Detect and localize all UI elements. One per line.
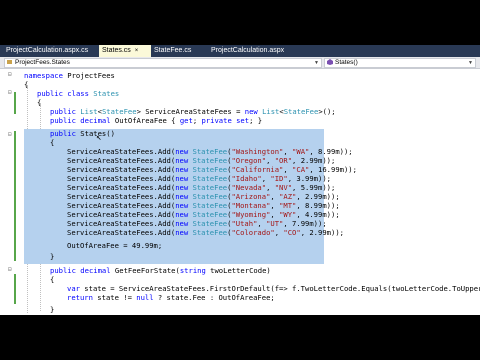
code-line: ServiceAreaStateFees.Add(new StateFee("C…: [67, 228, 344, 237]
code-editor[interactable]: ⊟ ⊟ ⊟ ⊟ namespace ProjectFees { public c…: [0, 69, 480, 315]
code-line: ServiceAreaStateFees.Add(new StateFee("W…: [67, 147, 353, 156]
code-line: {: [50, 275, 55, 284]
chevron-down-icon: ▼: [314, 60, 319, 66]
member-dropdown-value: States(): [335, 59, 358, 66]
tab-label: ProjectCalculation.aspx.cs: [6, 47, 89, 54]
tab-label: States.cs: [102, 47, 131, 54]
code-line: ServiceAreaStateFees.Add(new StateFee("A…: [67, 192, 340, 201]
code-line: {: [24, 80, 29, 89]
code-line: public States(): [50, 129, 115, 138]
class-icon: [7, 60, 12, 65]
collapse-icon[interactable]: ⊟: [8, 131, 12, 138]
type-dropdown[interactable]: ProjectFees.States ▼: [4, 58, 322, 68]
chevron-down-icon: ▼: [468, 60, 473, 66]
code-line: public class States: [37, 89, 120, 98]
tab-states-cs[interactable]: States.cs ×: [99, 45, 151, 57]
indicator-margin: [0, 69, 14, 315]
code-line: {: [37, 98, 42, 107]
collapse-icon[interactable]: ⊟: [8, 89, 12, 96]
change-indicator: [14, 92, 16, 114]
tab-label: StateFee.cs: [154, 47, 192, 54]
code-line: ServiceAreaStateFees.Add(new StateFee("C…: [67, 165, 357, 174]
type-dropdown-value: ProjectFees.States: [15, 59, 70, 66]
collapse-icon[interactable]: ⊟: [8, 266, 12, 273]
code-line: ServiceAreaStateFees.Add(new StateFee("I…: [67, 174, 331, 183]
code-line: ServiceAreaStateFees.Add(new StateFee("M…: [67, 201, 340, 210]
close-icon[interactable]: ×: [135, 48, 139, 54]
tab-projectcalculation-aspx-cs[interactable]: ProjectCalculation.aspx.cs: [3, 45, 91, 57]
navigation-bar: ProjectFees.States ▼ States() ▼: [0, 57, 480, 69]
letterbox-bottom: [0, 315, 480, 360]
change-indicator: [14, 131, 16, 261]
tab-projectcalculation-aspx[interactable]: ProjectCalculation.aspx: [208, 45, 287, 57]
code-line: ServiceAreaStateFees.Add(new StateFee("O…: [67, 156, 336, 165]
code-line: }: [50, 305, 55, 314]
mouse-cursor-icon: ↖: [96, 133, 102, 143]
code-line: public List<StateFee> ServiceAreaStateFe…: [50, 107, 336, 116]
code-line: }: [50, 252, 55, 261]
letterbox-top: [0, 0, 480, 45]
document-tab-bar: ProjectCalculation.aspx.cs States.cs × St…: [0, 45, 480, 57]
member-dropdown[interactable]: States() ▼: [324, 58, 476, 68]
code-line: namespace ProjectFees: [24, 71, 115, 80]
code-line: var state = ServiceAreaStateFees.FirstOr…: [67, 284, 480, 293]
tab-statefee-cs[interactable]: StateFee.cs: [151, 45, 194, 57]
video-frame: ProjectCalculation.aspx.cs States.cs × St…: [0, 0, 480, 360]
tab-label: ProjectCalculation.aspx: [211, 47, 285, 54]
code-line: OutOfAreaFee = 49.99m;: [67, 241, 163, 250]
method-icon: [327, 59, 333, 66]
code-line: ServiceAreaStateFees.Add(new StateFee("U…: [67, 219, 327, 228]
code-line: {: [50, 138, 55, 147]
code-line: public decimal GetFeeForState(string two…: [50, 266, 271, 275]
code-line: ServiceAreaStateFees.Add(new StateFee("W…: [67, 210, 340, 219]
code-line: public decimal OutOfAreaFee { get; priva…: [50, 116, 263, 125]
collapse-icon[interactable]: ⊟: [8, 71, 12, 78]
code-line: return state != null ? state.Fee : OutOf…: [67, 293, 275, 302]
code-line: ServiceAreaStateFees.Add(new StateFee("N…: [67, 183, 336, 192]
change-indicator: [14, 274, 16, 304]
